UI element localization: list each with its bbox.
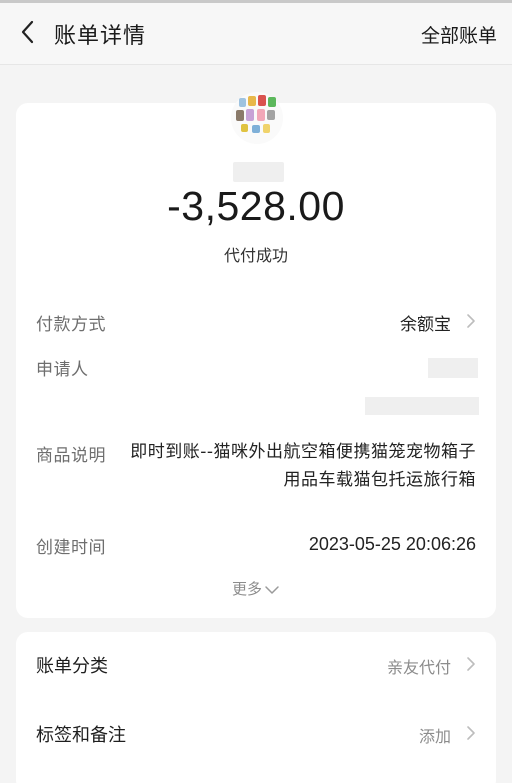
back-button[interactable] <box>14 17 44 47</box>
applicant-account-redacted <box>365 397 479 415</box>
payment-method-value[interactable]: 余额宝 <box>400 310 451 335</box>
tags-notes-add[interactable]: 添加 <box>419 723 451 747</box>
chevron-right-icon <box>467 657 475 671</box>
bill-detail-card: -3,528.00 代付成功 付款方式 余额宝 申请人 商品说明 即时到账--猫… <box>16 92 496 618</box>
product-description-value: 即时到账--猫咪外出航空箱便携猫笼宠物箱子用品车载猫包托运旅行箱 <box>130 442 476 490</box>
chevron-down-icon <box>265 585 279 594</box>
payment-method-chevron[interactable] <box>464 312 478 330</box>
transaction-status: 代付成功 <box>223 246 288 265</box>
more-toggle[interactable]: 更多 <box>16 578 496 599</box>
tags-notes-chevron[interactable] <box>464 724 478 742</box>
payee-name-redacted <box>233 162 284 182</box>
bill-amount: -3,528.00 <box>167 183 345 229</box>
applicant-name-redacted <box>428 358 478 378</box>
bill-category-label: 账单分类 <box>36 656 108 677</box>
bill-extra-card: 账单分类 亲友代付 标签和备注 添加 <box>16 632 496 783</box>
chevron-right-icon <box>467 726 475 740</box>
merchant-avatar <box>230 91 284 145</box>
all-bills-link[interactable]: 全部账单 <box>421 21 497 48</box>
merchant-avatar-image <box>231 92 283 144</box>
bill-category-value[interactable]: 亲友代付 <box>387 654 451 678</box>
bill-category-chevron[interactable] <box>464 655 478 673</box>
tags-notes-label: 标签和备注 <box>36 725 126 746</box>
product-description-label: 商品说明 <box>36 446 106 466</box>
page-title: 账单详情 <box>54 24 147 49</box>
more-label: 更多 <box>231 580 262 598</box>
applicant-label: 申请人 <box>36 360 89 380</box>
created-time-label: 创建时间 <box>36 538 106 558</box>
navigation-bar: 账单详情 全部账单 <box>0 3 512 65</box>
chevron-right-icon <box>467 314 475 328</box>
created-time-value: 2023-05-25 20:06:26 <box>308 534 476 554</box>
payment-method-label: 付款方式 <box>36 315 106 335</box>
chevron-left-icon <box>21 20 34 44</box>
